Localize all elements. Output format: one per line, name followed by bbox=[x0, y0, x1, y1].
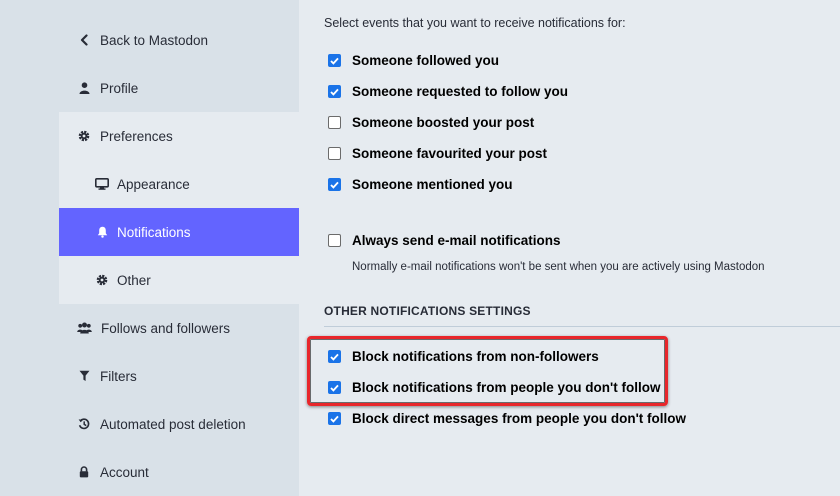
sidebar-item-other[interactable]: Other bbox=[59, 256, 299, 304]
sidebar-item-preferences[interactable]: Preferences bbox=[59, 112, 299, 160]
sidebar-item-appearance[interactable]: Appearance bbox=[59, 160, 299, 208]
other-settings-heading: OTHER NOTIFICATIONS SETTINGS bbox=[324, 304, 531, 318]
checkbox-checked-icon[interactable] bbox=[328, 54, 341, 67]
desktop-icon bbox=[95, 177, 109, 191]
section-divider bbox=[324, 326, 840, 327]
highlight-box bbox=[307, 336, 668, 406]
event-favourited-checkbox[interactable]: Someone favourited your post bbox=[328, 146, 547, 161]
sidebar-item-label: Automated post deletion bbox=[100, 416, 246, 432]
event-label: Someone mentioned you bbox=[352, 177, 513, 192]
sidebar-item-label: Back to Mastodon bbox=[100, 32, 209, 48]
gear-icon bbox=[95, 273, 109, 287]
history-icon bbox=[77, 417, 91, 431]
event-followed-checkbox[interactable]: Someone followed you bbox=[328, 53, 499, 68]
sidebar-item-label: Follows and followers bbox=[101, 320, 231, 336]
sidebar-item-follows-and-followers[interactable]: Follows and followers bbox=[59, 304, 299, 352]
sidebar-item-label: Filters bbox=[100, 368, 137, 384]
users-icon bbox=[77, 321, 92, 335]
sidebar-item-profile[interactable]: Profile bbox=[59, 64, 299, 112]
notification-settings-panel: Select events that you want to receive n… bbox=[299, 0, 840, 496]
sidebar-item-label: Profile bbox=[100, 80, 139, 96]
sidebar-item-account[interactable]: Account bbox=[59, 448, 299, 496]
email-label: Always send e-mail notifications bbox=[352, 233, 561, 248]
event-label: Someone requested to follow you bbox=[352, 84, 569, 99]
filter-icon bbox=[77, 369, 91, 383]
email-hint-text: Normally e-mail notifications won't be s… bbox=[352, 261, 765, 273]
block-direct-messages-checkbox[interactable]: Block direct messages from people you do… bbox=[328, 411, 686, 426]
checkbox-unchecked-icon[interactable] bbox=[328, 234, 341, 247]
event-label: Someone boosted your post bbox=[352, 115, 535, 130]
event-label: Someone favourited your post bbox=[352, 146, 548, 161]
other-label: Block direct messages from people you do… bbox=[352, 411, 687, 426]
always-send-email-checkbox[interactable]: Always send e-mail notifications bbox=[328, 233, 561, 248]
bell-icon bbox=[95, 225, 109, 239]
sidebar-item-automated-post-deletion[interactable]: Automated post deletion bbox=[59, 400, 299, 448]
sidebar-item-back-to-mastodon[interactable]: Back to Mastodon bbox=[59, 16, 299, 64]
sidebar-item-label: Other bbox=[117, 272, 151, 288]
checkbox-unchecked-icon[interactable] bbox=[328, 116, 341, 129]
sidebar-item-filters[interactable]: Filters bbox=[59, 352, 299, 400]
events-intro-text: Select events that you want to receive n… bbox=[324, 16, 626, 30]
sidebar: Back to Mastodon Profile Preferences App… bbox=[0, 0, 299, 496]
lock-icon bbox=[77, 465, 91, 479]
checkbox-checked-icon[interactable] bbox=[328, 178, 341, 191]
event-boosted-checkbox[interactable]: Someone boosted your post bbox=[328, 115, 534, 130]
checkbox-checked-icon[interactable] bbox=[328, 85, 341, 98]
user-icon bbox=[77, 81, 91, 95]
event-follow-request-checkbox[interactable]: Someone requested to follow you bbox=[328, 84, 568, 99]
sidebar-item-label: Notifications bbox=[117, 224, 191, 240]
event-label: Someone followed you bbox=[352, 53, 500, 68]
event-mentioned-checkbox[interactable]: Someone mentioned you bbox=[328, 177, 513, 192]
sidebar-item-label: Account bbox=[100, 464, 149, 480]
checkbox-checked-icon[interactable] bbox=[328, 412, 341, 425]
chevron-left-icon bbox=[77, 33, 91, 47]
sidebar-item-label: Preferences bbox=[100, 128, 173, 144]
sidebar-item-notifications[interactable]: Notifications bbox=[59, 208, 299, 256]
gear-icon bbox=[77, 129, 91, 143]
checkbox-unchecked-icon[interactable] bbox=[328, 147, 341, 160]
sidebar-item-label: Appearance bbox=[117, 176, 190, 192]
